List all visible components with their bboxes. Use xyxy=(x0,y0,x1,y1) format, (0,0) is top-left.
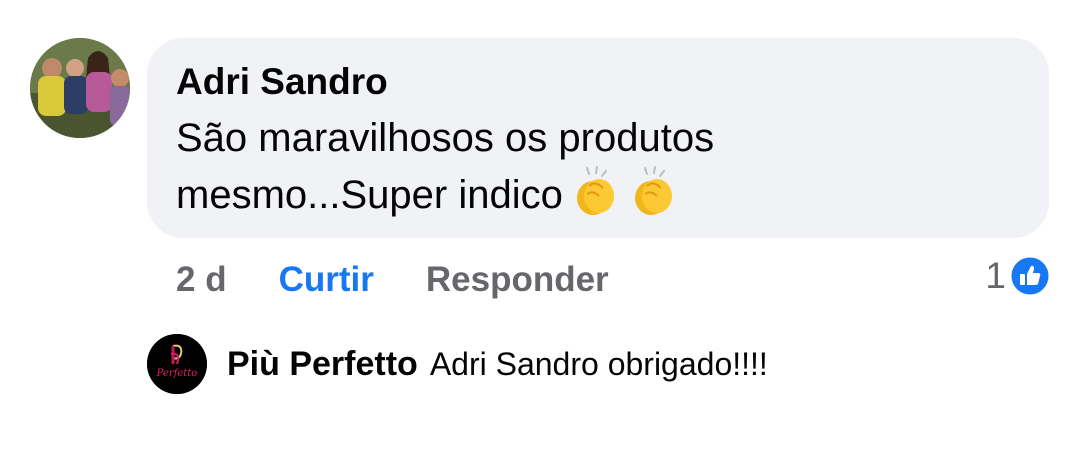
reply-text: Adri Sandro obrigado!!!! xyxy=(429,345,768,382)
reaction-summary[interactable]: 1 xyxy=(985,254,1050,298)
reply-button[interactable]: Responder xyxy=(426,260,609,300)
clapping-hands-icon xyxy=(627,166,679,233)
like-reaction-icon xyxy=(1010,256,1050,296)
comment-bubble: Adri Sandro São maravilhosos os produtos… xyxy=(147,38,1049,238)
commenter-avatar[interactable] xyxy=(30,38,130,138)
comment-timestamp[interactable]: 2 d xyxy=(176,260,227,300)
reaction-count: 1 xyxy=(985,255,1006,296)
clapping-hands-icon xyxy=(569,166,621,233)
like-button[interactable]: Curtir xyxy=(279,260,374,300)
page-logo-text: Perfetto xyxy=(156,368,198,379)
comment-actions: 2 d Curtir Responder xyxy=(176,256,609,304)
reply-comment: Perfetto Più Perfetto Adri Sandro obriga… xyxy=(147,334,768,394)
comment-body: São maravilhosos os produtos mesmo...Sup… xyxy=(176,110,816,233)
page-avatar[interactable]: Perfetto xyxy=(147,334,207,394)
reply-author[interactable]: Più Perfetto xyxy=(227,345,418,384)
comment-author[interactable]: Adri Sandro xyxy=(176,58,1019,106)
